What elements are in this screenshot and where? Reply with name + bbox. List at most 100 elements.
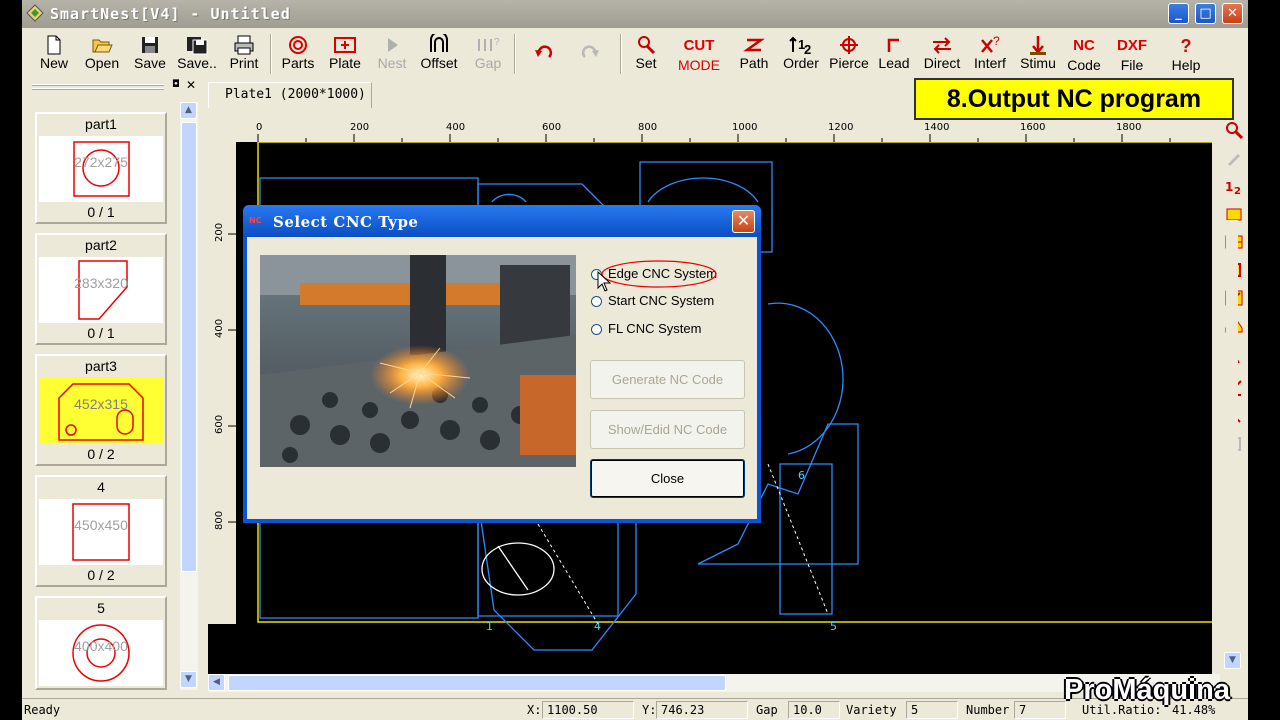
part-card-5[interactable]: 5 400x400 [35, 596, 167, 690]
part-card-part2[interactable]: part2 283x320 0 / 1 [35, 233, 167, 345]
maximize-button[interactable]: □ [1195, 3, 1216, 24]
canvas-label-5: 5 [830, 620, 837, 633]
parts-label: Parts [281, 55, 315, 71]
step-callout: 8.Output NC program [914, 78, 1234, 120]
scroll-left-icon[interactable]: ◀ [208, 674, 225, 691]
dxf-file-button[interactable]: DXF File [1112, 32, 1152, 76]
ruler-tick-0: 0 [256, 122, 262, 133]
hscroll-thumb[interactable] [228, 675, 726, 691]
plate-button[interactable]: Plate [324, 32, 366, 76]
scroll-thumb[interactable] [181, 122, 197, 572]
order-small-icon[interactable]: 12 [1224, 176, 1244, 196]
gap-button[interactable]: ? Gap [468, 32, 508, 76]
part-name: 4 [97, 479, 105, 495]
radio-fl-cnc[interactable]: FL CNC System [591, 321, 701, 336]
part-dims: 283x320 [74, 275, 128, 291]
panel-restore-icon[interactable]: ◘ [172, 79, 180, 90]
path-button[interactable]: Path [734, 32, 774, 76]
show-edit-nc-code-button[interactable]: Show/Edid NC Code [590, 410, 745, 449]
print-label: Print [229, 55, 259, 71]
parts-scrollbar[interactable]: ▲ ▼ [180, 102, 198, 690]
parts-panel: ◘ ✕ part1 272x275 0 / 1 part2 283x320 0 … [22, 78, 200, 690]
part-dims: 452x315 [74, 396, 128, 412]
direct-label: Direct [923, 55, 961, 71]
set-icon [638, 36, 656, 55]
stimu-label: Stimu [1020, 55, 1056, 71]
scroll-up-icon[interactable]: ▲ [180, 102, 197, 119]
set-button[interactable]: Set [626, 32, 666, 76]
right-scroll-area [1226, 220, 1238, 660]
radio-start-label: Start CNC System [608, 293, 715, 308]
help-icon: ? [1180, 36, 1192, 56]
scroll-down-icon[interactable]: ▼ [180, 671, 197, 688]
open-label: Open [84, 55, 120, 71]
generate-nc-code-button[interactable]: Generate NC Code [590, 360, 745, 399]
ruler-tick-600: 600 [542, 122, 561, 133]
nest-white-paths [481, 542, 555, 596]
nest-button[interactable]: Nest [372, 32, 412, 76]
offset-button[interactable]: Offset [416, 32, 462, 76]
print-button[interactable]: Print [224, 32, 264, 76]
save-button[interactable]: Save [130, 32, 170, 76]
status-variety-value: 5 [906, 701, 958, 719]
lead-button[interactable]: Lead [874, 32, 914, 76]
dialog-close-button[interactable]: Close [590, 459, 745, 498]
undo-icon [535, 45, 553, 58]
toolbar-separator [270, 34, 272, 74]
code-label: Code [1067, 57, 1101, 73]
redo-icon [581, 45, 599, 58]
dialog-title: Select CNC Type [273, 213, 419, 231]
status-number-value: 7 [1014, 701, 1066, 719]
order-button[interactable]: 12 Order [778, 32, 824, 76]
toolbar-separator [620, 34, 622, 74]
cut-mode-button[interactable]: CUT MODE [676, 32, 722, 76]
plate-label: Plate [329, 55, 361, 71]
minimize-button[interactable]: _ [1168, 3, 1189, 24]
interf-icon: ? [981, 34, 1000, 53]
zoom-icon[interactable] [1224, 120, 1244, 140]
part-card-4[interactable]: 4 450x450 0 / 2 [35, 475, 167, 587]
panel-close-icon[interactable]: ✕ [186, 78, 196, 92]
radio-circle-icon[interactable] [591, 324, 602, 336]
edit-disabled-icon[interactable] [1224, 148, 1244, 168]
save-as-icon [187, 37, 208, 55]
open-button[interactable]: Open [80, 32, 124, 76]
dialog-close-icon[interactable]: ✕ [732, 210, 755, 233]
plate-icon [334, 37, 356, 53]
canvas-scroll-down-icon[interactable]: ▼ [1224, 652, 1241, 669]
tab-plate1[interactable]: Plate1 (2000*1000) [208, 82, 372, 108]
title-bar: SmartNest[V4] - Untitled _ □ ✕ [22, 0, 1248, 28]
undo-button[interactable] [524, 32, 564, 76]
mode-label: MODE [678, 57, 720, 73]
part-card-part1[interactable]: part1 272x275 0 / 1 [35, 112, 167, 224]
lead-icon [887, 38, 899, 52]
direct-icon [933, 37, 951, 54]
panel-grip: ◘ ✕ [26, 78, 198, 94]
interf-button[interactable]: ? Interf [970, 32, 1010, 76]
redo-button[interactable] [570, 32, 610, 76]
direct-button[interactable]: Direct [920, 32, 964, 76]
stimu-button[interactable]: Stimu [1016, 32, 1060, 76]
pierce-label: Pierce [829, 55, 869, 71]
path-label: Path [739, 55, 769, 71]
help-label: Help [1171, 57, 1201, 73]
radio-start-cnc[interactable]: Start CNC System [591, 293, 714, 308]
new-button[interactable]: New [36, 32, 72, 76]
nc-code-button[interactable]: NC Code [1064, 32, 1104, 76]
toolbar-separator [514, 34, 516, 74]
save-as-button[interactable]: Save.. [174, 32, 220, 76]
radio-circle-icon[interactable] [591, 296, 602, 308]
mouse-cursor-icon [597, 271, 612, 292]
canvas-label-1: 1 [486, 620, 493, 633]
red-highlight-ellipse [601, 260, 717, 288]
ruler-left-600: 600 [214, 415, 225, 434]
pierce-button[interactable]: Pierce [826, 32, 872, 76]
help-button[interactable]: ? Help [1166, 32, 1206, 76]
path-icon [743, 38, 765, 52]
save-as-label: Save.. [177, 55, 217, 71]
part-card-part3[interactable]: part3 452x315 0 / 2 [35, 354, 167, 466]
parts-button[interactable]: Parts [278, 32, 318, 76]
close-window-button[interactable]: ✕ [1222, 3, 1243, 24]
plasma-cutting-photo [260, 255, 576, 467]
nest-label: Nest [377, 55, 407, 71]
